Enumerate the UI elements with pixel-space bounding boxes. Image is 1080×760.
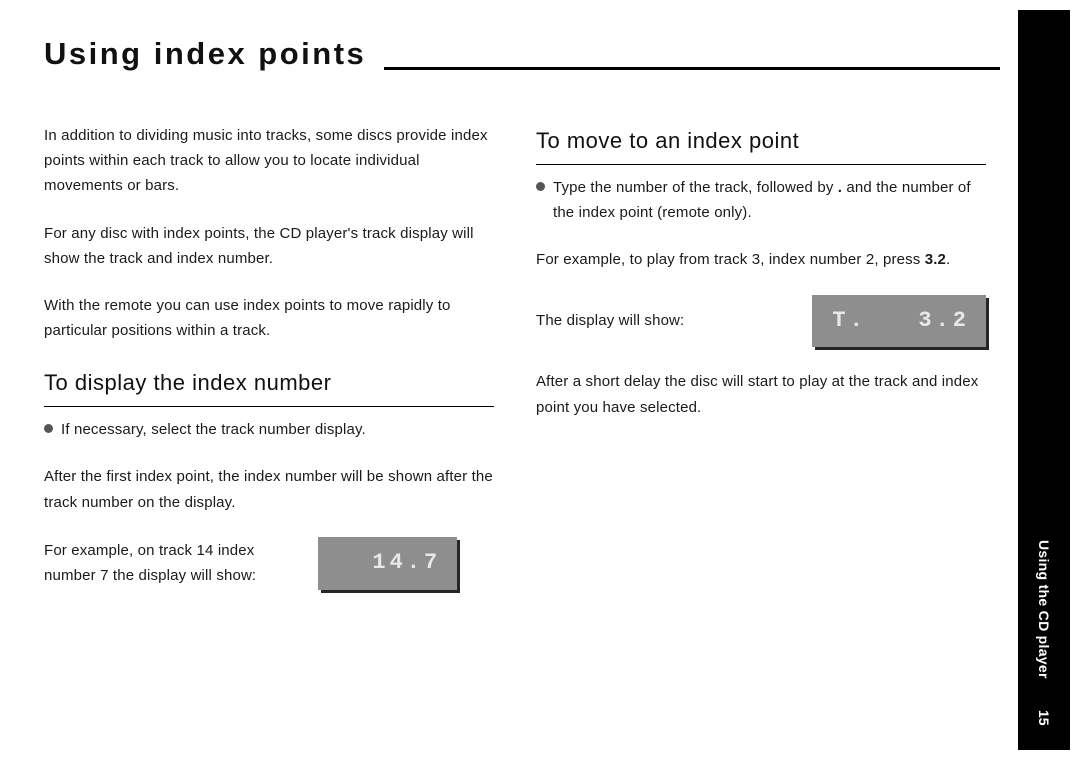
section-display-index: To display the index number [44, 365, 494, 407]
page-number: 15 [1036, 710, 1052, 726]
bullet-text: If necessary, select the track number di… [61, 417, 494, 442]
side-tab: Using the CD player 15 [1018, 10, 1070, 750]
title-rule [384, 67, 1000, 70]
para-after-bullet: After the first index point, the index n… [44, 464, 494, 514]
bullet-text: Type the number of the track, followed b… [553, 175, 986, 225]
section-move-index: To move to an index point [536, 123, 986, 165]
text-run: . [946, 251, 950, 268]
side-section-label: Using the CD player [1036, 540, 1052, 679]
column-left: In addition to dividing music into track… [44, 123, 494, 612]
title-row: Using index points [44, 32, 1000, 74]
page-title: Using index points [44, 36, 366, 74]
lcd-display: T. 3.2 [812, 295, 986, 348]
example-row: The display will show: T. 3.2 [536, 295, 986, 348]
intro-para-1: In addition to dividing music into track… [44, 123, 494, 199]
bold-key: 3.2 [925, 251, 946, 268]
text-run: Type the number of the track, followed b… [553, 179, 838, 196]
bullet-item: Type the number of the track, followed b… [536, 175, 986, 225]
bullet-icon [536, 182, 545, 191]
example-lead: For example, on track 14 index number 7 … [44, 538, 294, 588]
lcd-display: 14.7 [318, 537, 457, 590]
example-row: For example, on track 14 index number 7 … [44, 537, 494, 590]
intro-para-3: With the remote you can use index points… [44, 293, 494, 343]
example-press: For example, to play from track 3, index… [536, 247, 986, 272]
example-lead: The display will show: [536, 308, 684, 333]
text-run: For example, to play from track 3, index… [536, 251, 925, 268]
intro-para-2: For any disc with index points, the CD p… [44, 221, 494, 271]
manual-page: Using the CD player 15 Using index point… [0, 0, 1080, 760]
bullet-item: If necessary, select the track number di… [44, 417, 494, 442]
column-right: To move to an index point Type the numbe… [536, 123, 986, 442]
closing-para: After a short delay the disc will start … [536, 369, 986, 419]
bullet-icon [44, 424, 53, 433]
